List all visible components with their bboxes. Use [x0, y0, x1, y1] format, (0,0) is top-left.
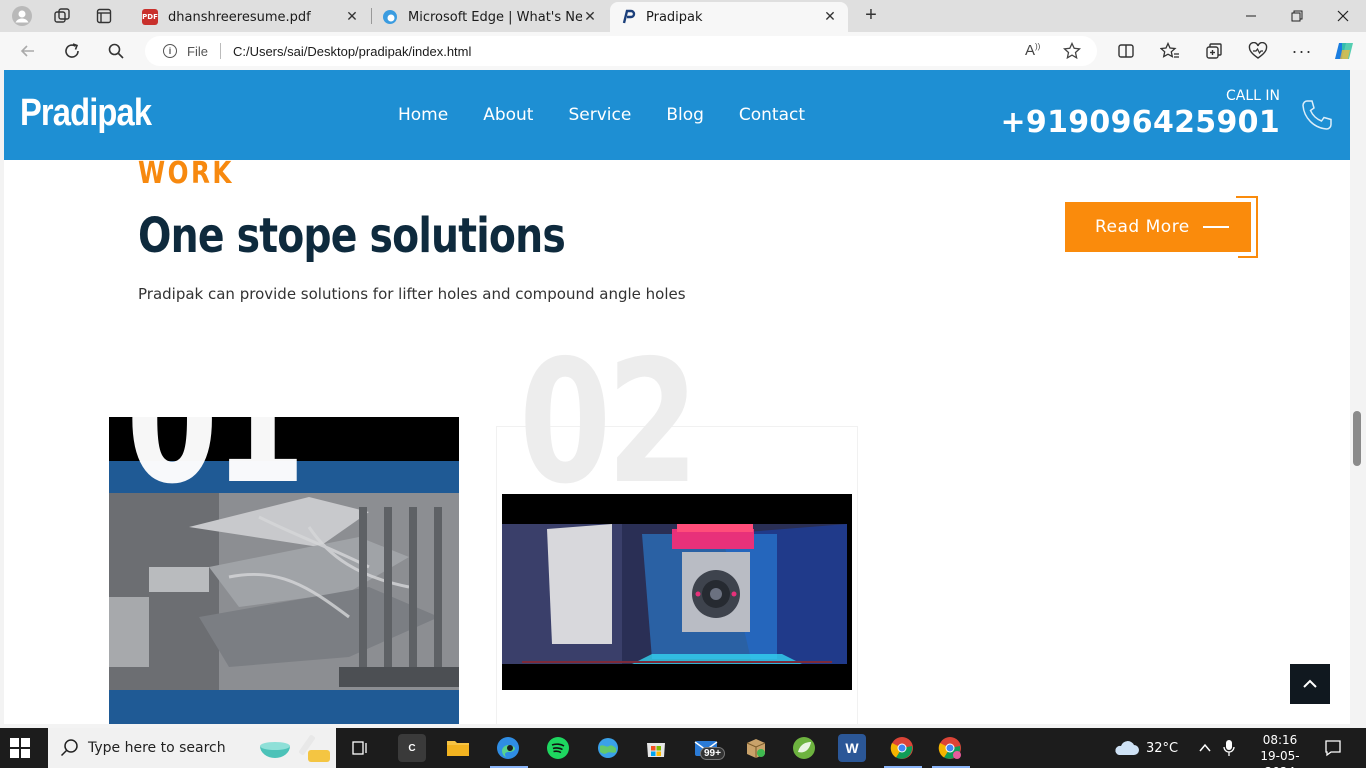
system-clock[interactable]: 08:16 19-05-2024 — [1250, 732, 1310, 768]
tab-actions-icon[interactable] — [93, 5, 115, 27]
edge-taskbar-icon[interactable] — [494, 734, 522, 762]
read-more-label: Read More — [1095, 217, 1190, 237]
notification-center-icon[interactable] — [1324, 728, 1342, 768]
nav-contact[interactable]: Contact — [739, 105, 805, 125]
work-image-2[interactable] — [502, 494, 852, 690]
card-number-2: 02 — [519, 324, 699, 522]
back-icon[interactable] — [16, 40, 40, 62]
edge-icon — [382, 9, 398, 25]
page-viewport: Pradipak Home About Service Blog Contact… — [4, 70, 1350, 724]
nav-blog[interactable]: Blog — [666, 105, 704, 125]
taskbar-search[interactable]: Type here to search — [48, 728, 336, 768]
phone-number[interactable]: +919096425901 — [1000, 105, 1280, 140]
profile-icon[interactable] — [11, 5, 33, 27]
main-nav: Home About Service Blog Contact — [398, 105, 805, 125]
new-tab-button[interactable]: + — [860, 4, 882, 26]
search-icon[interactable] — [104, 40, 128, 62]
more-menu-icon[interactable]: ··· — [1290, 40, 1314, 62]
favorite-star-icon[interactable] — [1062, 41, 1082, 64]
windows-start-icon[interactable] — [10, 738, 30, 758]
task-view-icon[interactable] — [346, 734, 374, 762]
app-c-icon[interactable]: C — [398, 734, 426, 762]
spring-tool-icon[interactable] — [790, 734, 818, 762]
tab-pdf[interactable]: PDF dhanshreeresume.pdf ✕ — [132, 2, 370, 32]
address-bar[interactable]: i File C:/Users/sai/Desktop/pradipak/ind… — [145, 36, 1097, 66]
close-window-button[interactable] — [1320, 0, 1366, 32]
close-icon[interactable]: ✕ — [822, 9, 838, 25]
card-number-1: 01 — [126, 324, 306, 522]
chevron-up-icon — [1303, 679, 1317, 688]
section-description: Pradipak can provide solutions for lifte… — [138, 285, 686, 303]
microsoft-store-icon[interactable] — [642, 734, 670, 762]
word-icon[interactable]: W — [838, 734, 866, 762]
workspaces-icon[interactable] — [51, 5, 73, 27]
weather-temp: 32°C — [1146, 740, 1179, 756]
back-to-top-button[interactable] — [1290, 664, 1330, 704]
search-placeholder: Type here to search — [88, 740, 226, 756]
section-eyebrow: WORK — [138, 156, 234, 191]
spotify-icon[interactable] — [544, 734, 572, 762]
minimize-button[interactable] — [1228, 0, 1274, 32]
nav-service[interactable]: Service — [568, 105, 631, 125]
microphone-icon[interactable] — [1223, 728, 1235, 768]
nav-about[interactable]: About — [483, 105, 533, 125]
read-more-button[interactable]: Read More — [1065, 202, 1251, 252]
tab-edge-whats-new[interactable]: Microsoft Edge | What's New ✕ — [372, 2, 608, 32]
browser-essentials-icon[interactable] — [1246, 40, 1270, 62]
tab-title: Microsoft Edge | What's New — [408, 9, 582, 25]
photos-globe-icon[interactable] — [594, 734, 622, 762]
search-icon — [60, 739, 78, 757]
page-scrollbar[interactable] — [1350, 70, 1366, 724]
tab-title: Pradipak — [646, 9, 703, 25]
scrollbar-thumb[interactable] — [1353, 411, 1361, 466]
url-text[interactable]: C:/Users/sai/Desktop/pradipak/index.html — [233, 44, 471, 59]
arrow-line-icon — [1203, 226, 1229, 228]
collections-icon[interactable] — [1202, 40, 1226, 62]
file-explorer-icon[interactable] — [444, 734, 472, 762]
close-icon[interactable]: ✕ — [582, 9, 598, 25]
chevron-up-icon — [1199, 743, 1211, 752]
tab-title: dhanshreeresume.pdf — [168, 9, 311, 25]
nav-home[interactable]: Home — [398, 105, 448, 125]
site-logo[interactable]: Pradipak — [20, 92, 152, 135]
weather-widget[interactable]: 32°C — [1112, 728, 1178, 768]
chrome-icon[interactable] — [888, 734, 916, 762]
clock-time: 08:16 — [1262, 733, 1298, 747]
mail-icon[interactable]: 99+ — [692, 734, 725, 762]
read-aloud-icon[interactable]: A)) — [1025, 42, 1040, 59]
phone-icon — [1300, 98, 1334, 132]
clock-date: 19-05-2024 — [1260, 749, 1300, 768]
copilot-icon[interactable] — [1332, 40, 1356, 62]
refresh-icon[interactable] — [60, 40, 84, 62]
browser-toolbar: i File C:/Users/sai/Desktop/pradipak/ind… — [0, 32, 1366, 70]
mail-badge: 99+ — [700, 747, 725, 760]
pdf-icon: PDF — [142, 9, 158, 25]
cloud-icon — [1115, 741, 1139, 755]
close-icon[interactable]: ✕ — [344, 9, 360, 25]
pradipak-icon — [620, 9, 636, 25]
site-header: Pradipak Home About Service Blog Contact… — [4, 70, 1350, 160]
favorites-icon[interactable] — [1158, 40, 1182, 62]
scheme-label: File — [187, 43, 208, 59]
package-app-icon[interactable] — [742, 734, 770, 762]
tab-pradipak[interactable]: Pradipak ✕ — [610, 2, 848, 32]
restore-button[interactable] — [1274, 0, 1320, 32]
search-highlight-illustration — [260, 735, 330, 762]
split-screen-icon[interactable] — [1114, 40, 1138, 62]
section-headline: One stope solutions — [138, 208, 566, 264]
info-icon[interactable]: i — [163, 44, 177, 58]
call-label: CALL IN — [1225, 88, 1280, 104]
browser-tab-strip: PDF dhanshreeresume.pdf ✕ Microsoft Edge… — [0, 0, 1366, 32]
chrome-profile-icon[interactable] — [936, 734, 964, 762]
show-hidden-icons[interactable] — [1198, 728, 1212, 768]
windows-taskbar: Type here to search C 99+ W 32°C 08:16 1… — [0, 728, 1366, 768]
